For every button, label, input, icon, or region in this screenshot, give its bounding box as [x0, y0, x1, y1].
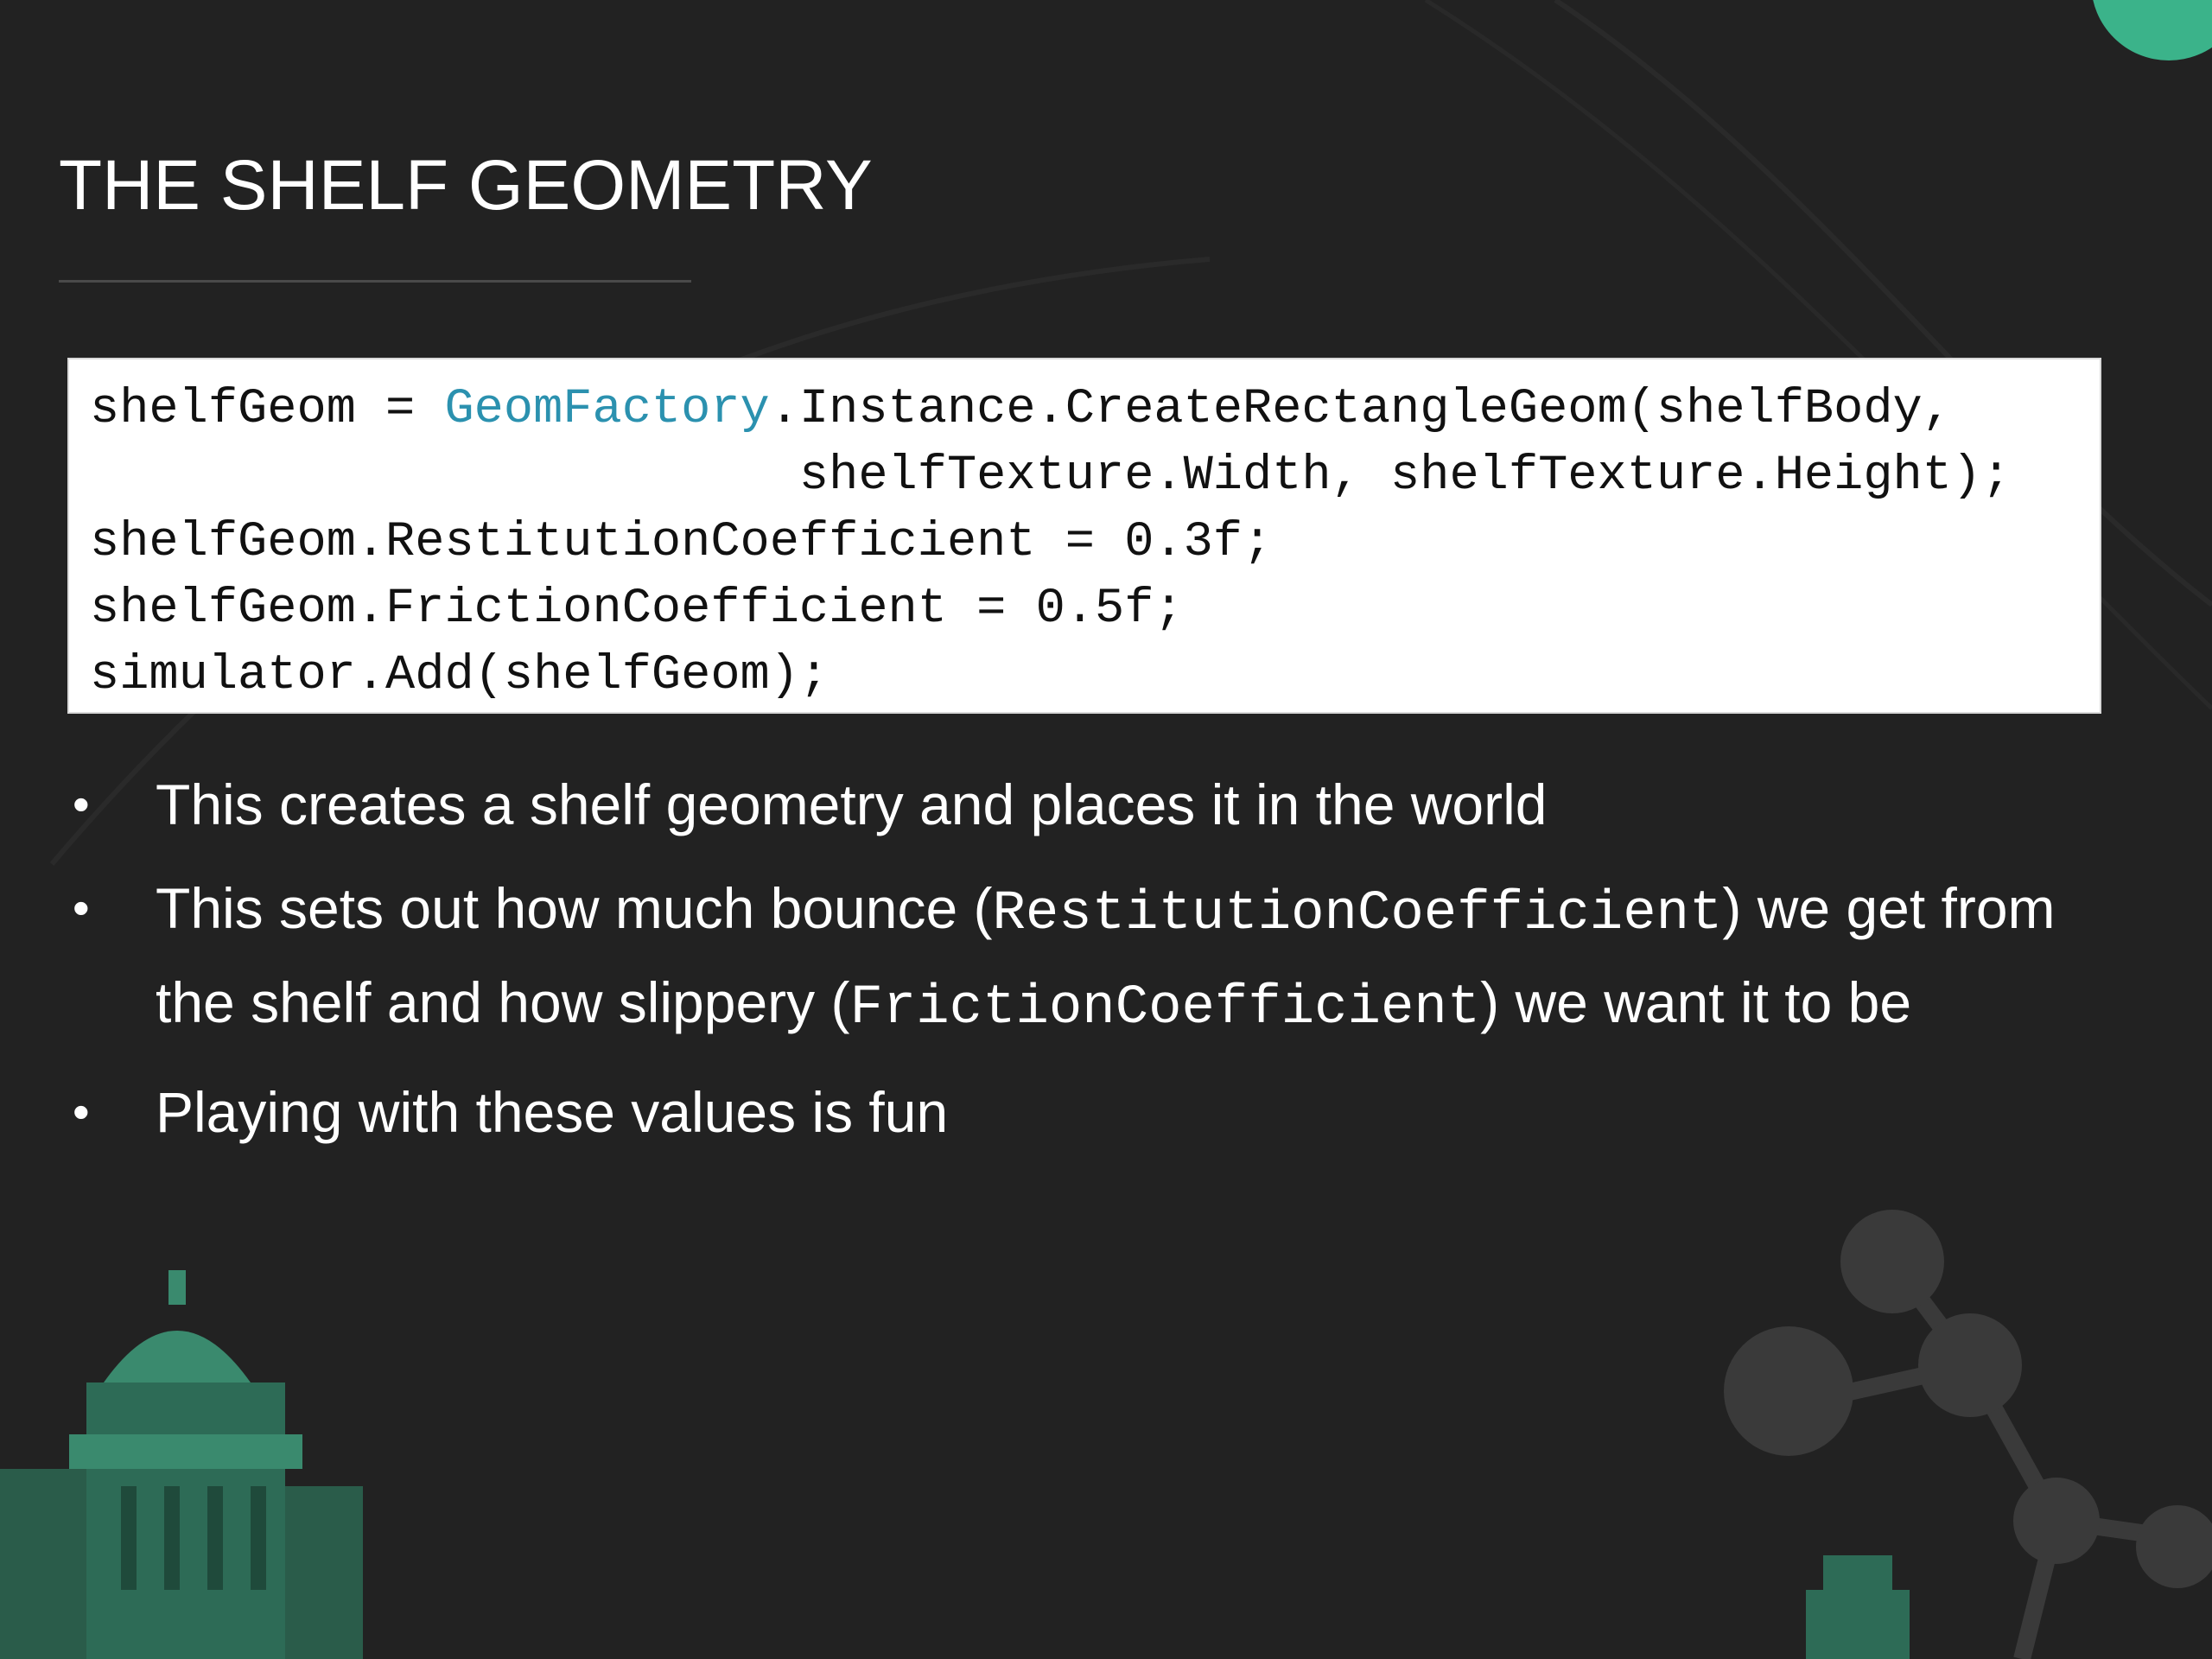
inline-code-restitution: RestitutionCoefficient	[992, 883, 1723, 945]
tower-silhouette	[1806, 1555, 1910, 1659]
code-text: .Instance.CreateRectangleGeom(shelfBody,	[769, 382, 1952, 437]
code-line-5: simulator.Add(shelfGeom);	[90, 648, 830, 703]
bullet-marker: •	[73, 1084, 90, 1139]
slide: THE SHELF GEOMETRY shelfGeom = GeomFacto…	[0, 0, 2212, 1659]
bullet-text: ) we want it to be	[1480, 970, 1912, 1034]
molecule-graphic	[1724, 1210, 2212, 1659]
bullet-list: • This creates a shelf geometry and plac…	[69, 760, 2143, 1172]
accent-circle	[2093, 0, 2212, 60]
building-silhouette	[0, 1270, 363, 1659]
title-divider	[59, 280, 691, 283]
slide-title: THE SHELF GEOMETRY	[59, 146, 873, 225]
code-type-name: GeomFactory	[444, 382, 770, 437]
code-line-2: shelfTexture.Width, shelfTexture.Height)…	[90, 448, 2012, 504]
code-line-1: shelfGeom = GeomFactory.Instance.CreateR…	[90, 377, 2100, 443]
code-text: shelfGeom =	[90, 382, 445, 437]
code-line-4: shelfGeom.FrictionCoefficient = 0.5f;	[90, 582, 1184, 637]
bullet-item-2: • This sets out how much bounce (Restitu…	[69, 864, 2143, 1052]
bullet-text: This sets out how much bounce (	[156, 876, 993, 940]
code-block: shelfGeom = GeomFactory.Instance.CreateR…	[67, 358, 2101, 714]
bullet-text: Playing with these values is fun	[156, 1080, 949, 1144]
bullet-marker: •	[73, 777, 90, 831]
bullet-text: This creates a shelf geometry and places…	[156, 772, 1548, 836]
code-line-3: shelfGeom.RestitutionCoefficient = 0.3f;	[90, 515, 1273, 570]
inline-code-friction: FrictionCoefficient	[849, 977, 1481, 1039]
bullet-item-3: • Playing with these values is fun	[69, 1068, 2143, 1156]
bullet-item-1: • This creates a shelf geometry and plac…	[69, 760, 2143, 849]
bullet-marker: •	[73, 880, 90, 935]
